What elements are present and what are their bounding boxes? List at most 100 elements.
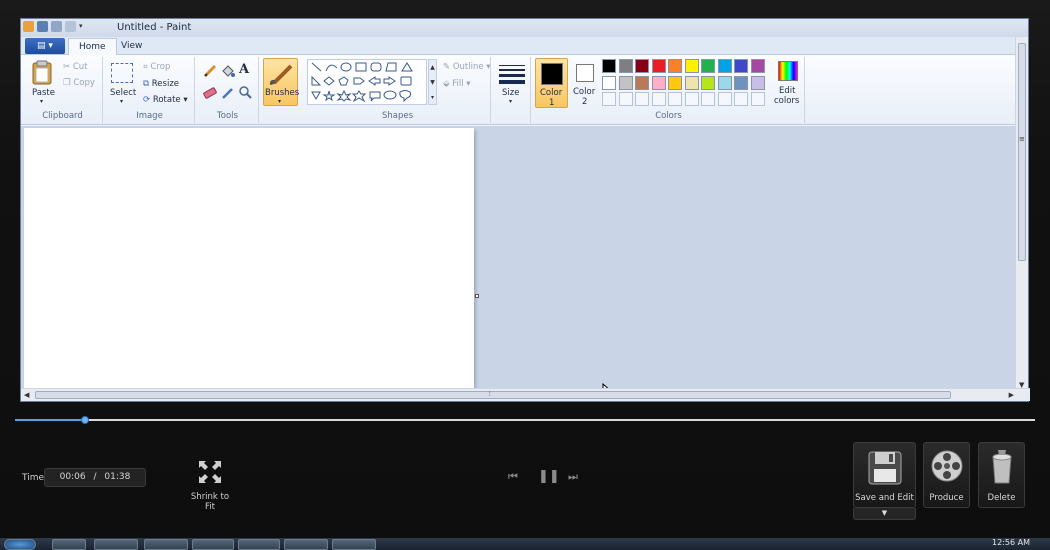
- custom-color-slot[interactable]: [618, 92, 633, 106]
- palette-swatch[interactable]: [750, 59, 765, 73]
- color-picker-icon[interactable]: [220, 85, 236, 100]
- select-icon[interactable]: [111, 63, 133, 83]
- palette-swatch[interactable]: [635, 75, 649, 90]
- crop-button[interactable]: ⌗ Crop: [143, 62, 170, 72]
- select-dropdown-icon[interactable]: ▾: [120, 98, 123, 105]
- vertical-scrollbar[interactable]: ≡ ▼: [1015, 37, 1028, 390]
- palette-swatch[interactable]: [635, 59, 649, 73]
- scroll-left-arrow-icon[interactable]: ◀: [24, 391, 29, 399]
- paint-app-icon[interactable]: [23, 21, 34, 32]
- color2-swatch: [576, 64, 594, 82]
- palette-swatch[interactable]: [602, 59, 616, 73]
- palette-swatch[interactable]: [684, 75, 699, 90]
- edit-colors-label-1: Edit: [779, 86, 796, 96]
- scroll-right-arrow-icon[interactable]: ▶: [1009, 391, 1014, 399]
- fill-bucket-icon[interactable]: [220, 63, 236, 78]
- taskbar-camtasia-icon[interactable]: [238, 539, 280, 550]
- custom-color-slot[interactable]: [734, 92, 748, 106]
- paste-dropdown-icon[interactable]: ▾: [40, 98, 43, 105]
- resize-button[interactable]: ⧉ Resize: [143, 79, 179, 89]
- palette-swatch[interactable]: [701, 75, 715, 90]
- magnifier-icon[interactable]: [238, 85, 254, 100]
- clipboard-group-label: Clipboard: [42, 111, 83, 121]
- palette-swatch[interactable]: [668, 59, 682, 73]
- copy-button[interactable]: ❐ Copy: [63, 78, 95, 88]
- taskbar-window-icon[interactable]: [332, 539, 376, 550]
- vertical-scroll-thumb[interactable]: [1018, 43, 1026, 261]
- redo-icon[interactable]: [65, 21, 76, 32]
- playback-scrubber[interactable]: [81, 416, 90, 424]
- pause-icon[interactable]: ❚❚: [538, 469, 560, 484]
- canvas-workspace[interactable]: [21, 126, 1017, 388]
- brushes-button[interactable]: Brushes ▾: [261, 57, 303, 123]
- custom-color-slot[interactable]: [717, 92, 732, 106]
- rotate-button[interactable]: ⟳ Rotate ▾: [143, 95, 188, 105]
- palette-swatch[interactable]: [701, 59, 715, 73]
- eraser-icon[interactable]: [202, 85, 218, 100]
- color2-button[interactable]: Color 2: [570, 58, 600, 108]
- palette-swatch[interactable]: [734, 75, 748, 90]
- palette-swatch[interactable]: [734, 59, 748, 73]
- save-and-edit-button[interactable]: Save and Edit: [853, 442, 916, 508]
- palette-swatch[interactable]: [750, 75, 765, 90]
- taskbar-paint-icon[interactable]: [284, 539, 328, 550]
- pencil-icon[interactable]: [202, 63, 218, 78]
- taskbar-media-icon[interactable]: [144, 539, 188, 550]
- color1-swatch: [541, 63, 563, 85]
- edit-colors-button[interactable]: Edit colors: [773, 61, 803, 107]
- outline-button[interactable]: ✎ Outline ▾: [443, 62, 491, 72]
- palette-swatch[interactable]: [717, 75, 732, 90]
- size-button[interactable]: Size ▾: [493, 57, 531, 123]
- shapes-gallery-icons: [311, 62, 413, 103]
- taskbar-app-icon[interactable]: [192, 539, 234, 550]
- select-label[interactable]: Select: [110, 88, 136, 98]
- color1-button[interactable]: Color 1: [535, 58, 568, 108]
- taskbar-ie-icon[interactable]: [52, 539, 86, 550]
- palette-swatch[interactable]: [618, 59, 633, 73]
- palette-swatch[interactable]: [684, 59, 699, 73]
- shapes-scroll[interactable]: ▲ ▼ ▾: [428, 59, 437, 105]
- horizontal-scroll-thumb[interactable]: [35, 391, 951, 399]
- fill-button[interactable]: ⬙ Fill ▾: [443, 79, 471, 89]
- taskbar-explorer-icon[interactable]: [94, 539, 138, 550]
- palette-swatch[interactable]: [602, 75, 616, 90]
- custom-color-slot[interactable]: [668, 92, 682, 106]
- edit-colors-label-2: colors: [774, 96, 800, 106]
- drawing-canvas[interactable]: [24, 128, 474, 388]
- palette-swatch[interactable]: [618, 75, 633, 90]
- canvas-resize-handle[interactable]: [475, 294, 479, 298]
- text-tool-icon[interactable]: A: [239, 62, 249, 77]
- palette-swatch[interactable]: [717, 59, 732, 73]
- previous-icon[interactable]: ⏮: [508, 470, 518, 484]
- customize-dropdown-icon[interactable]: ▾: [79, 21, 86, 32]
- palette-swatch[interactable]: [668, 75, 682, 90]
- custom-color-slot[interactable]: [750, 92, 765, 106]
- tab-home[interactable]: Home: [68, 38, 117, 55]
- next-icon[interactable]: ⏭: [568, 470, 578, 484]
- paste-button[interactable]: [31, 60, 53, 86]
- screen: ▾ Untitled - Paint ▤ ▾ Home View Paste ▾…: [0, 0, 1050, 550]
- cut-button[interactable]: ✂ Cut: [63, 62, 87, 72]
- paint-menu-button[interactable]: ▤ ▾: [25, 38, 65, 54]
- delete-button[interactable]: Delete: [978, 442, 1025, 508]
- start-orb-icon[interactable]: [4, 539, 36, 550]
- copy-label: Copy: [73, 78, 95, 88]
- horizontal-scrollbar[interactable]: ◀ ⦙ ▶: [21, 388, 1030, 401]
- palette-swatch[interactable]: [651, 75, 666, 90]
- playback-progress-bar[interactable]: [15, 416, 1035, 424]
- custom-color-slot[interactable]: [635, 92, 649, 106]
- undo-icon[interactable]: [51, 21, 62, 32]
- custom-color-slot[interactable]: [651, 92, 666, 106]
- palette-swatch[interactable]: [651, 59, 666, 73]
- save-icon[interactable]: [37, 21, 48, 32]
- delete-label: Delete: [987, 493, 1016, 503]
- custom-color-slot[interactable]: [684, 92, 699, 106]
- save-options-dropdown-icon[interactable]: ▼: [853, 508, 916, 520]
- custom-color-slot[interactable]: [602, 92, 616, 106]
- custom-color-slot[interactable]: [701, 92, 715, 106]
- produce-button[interactable]: Produce: [923, 442, 970, 508]
- tab-view[interactable]: View: [111, 38, 152, 55]
- shrink-to-fit-button[interactable]: Shrink to Fit: [185, 460, 235, 512]
- size-dropdown-icon: ▾: [509, 98, 513, 105]
- shapes-gallery[interactable]: [307, 59, 427, 105]
